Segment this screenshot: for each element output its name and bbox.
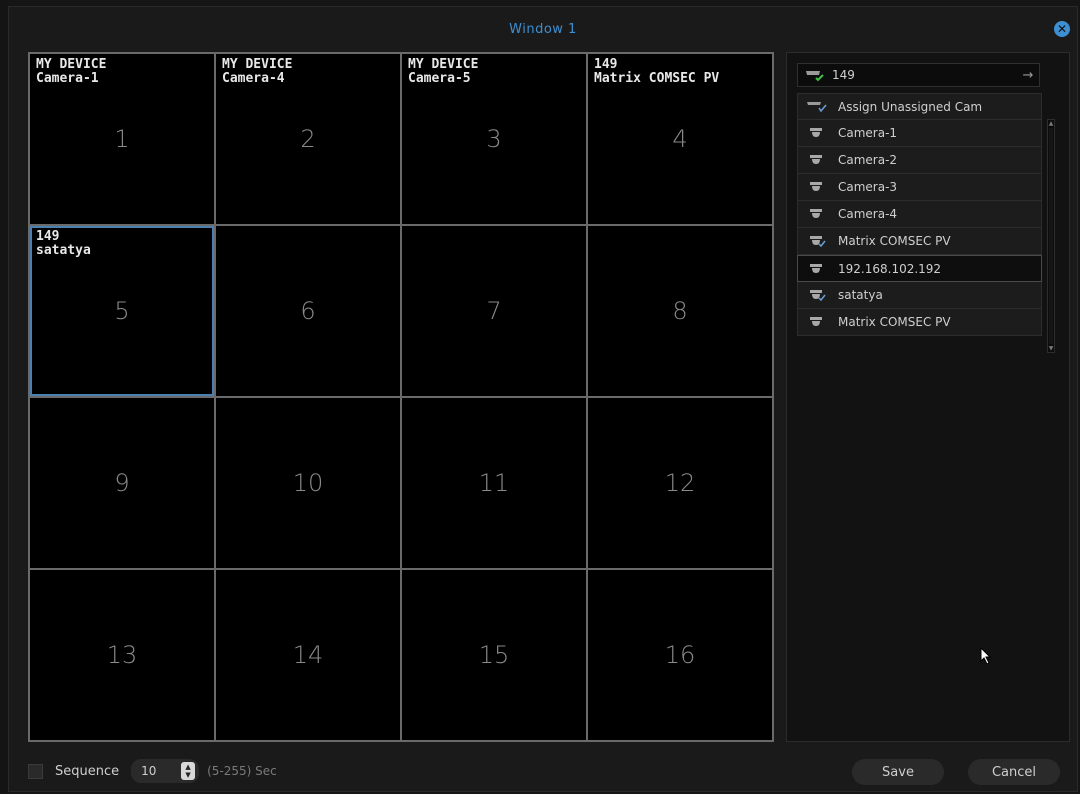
camera-list-item[interactable]: Matrix COMSEC PV (797, 309, 1042, 336)
cell-number: 9 (114, 469, 130, 497)
interval-stepper[interactable]: 10 ▲ ▼ (131, 759, 200, 783)
save-button[interactable]: Save (852, 759, 944, 785)
footer-bar: Sequence 10 ▲ ▼ (5-255) Sec (28, 756, 277, 786)
dome-camera-icon (798, 180, 838, 194)
window-title: Window 1 (509, 21, 577, 37)
cell-number: 4 (672, 125, 688, 153)
cell-number: 3 (486, 125, 502, 153)
cell-number: 13 (106, 641, 138, 669)
camera-list-item[interactable]: Assign Unassigned Cam (797, 93, 1042, 120)
camera-label: Matrix COMSEC PV (838, 315, 951, 329)
scroll-up-icon[interactable]: ▲ (1048, 120, 1054, 127)
camera-list: Assign Unassigned Cam Camera-1 Camera-2 Cam… (797, 93, 1042, 336)
dome-camera-icon (798, 207, 838, 221)
cell-number: 1 (114, 125, 130, 153)
device-label: 149 (832, 68, 855, 82)
camera-list-item[interactable]: Camera-3 (797, 174, 1042, 201)
multi-camera-icon (798, 100, 838, 114)
close-icon: ✕ (1056, 22, 1068, 36)
camera-list-scrollbar[interactable]: ▲ ▼ (1047, 119, 1055, 353)
camera-list-item[interactable]: 192.168.102.192 (797, 255, 1042, 282)
camera-list-item[interactable]: Camera-4 (797, 201, 1042, 228)
cell-number: 7 (486, 297, 502, 325)
grid-cell[interactable]: 16 (588, 570, 772, 740)
mouse-cursor-icon (980, 646, 992, 669)
cell-number: 8 (672, 297, 688, 325)
camera-list-item[interactable]: Matrix COMSEC PV (797, 228, 1042, 255)
grid-cell[interactable]: 14 (216, 570, 400, 740)
interval-value[interactable]: 10 (141, 764, 181, 778)
cell-number: 14 (292, 641, 324, 669)
cell-camera-title: MY DEVICE Camera-4 (222, 57, 293, 86)
sequence-label: Sequence (55, 763, 120, 779)
grid-cell[interactable]: 12 (588, 398, 772, 568)
grid-cell[interactable]: 149 Matrix COMSEC PV 4 (588, 54, 772, 224)
cell-camera-title: MY DEVICE Camera-5 (408, 57, 479, 86)
grid-cell[interactable]: 149 satatya 5 (30, 226, 214, 396)
camera-list-item[interactable]: Camera-2 (797, 147, 1042, 174)
camera-label: Camera-4 (838, 207, 898, 221)
interval-range-label: (5-255) Sec (207, 764, 277, 778)
cell-number: 16 (664, 641, 696, 669)
title-bar: Window 1 ✕ (8, 6, 1078, 52)
dome-camera-icon (798, 153, 838, 167)
cancel-button[interactable]: Cancel (968, 759, 1060, 785)
cell-number: 11 (478, 469, 510, 497)
scroll-down-icon[interactable]: ▼ (1048, 345, 1054, 352)
grid-cell[interactable]: 13 (30, 570, 214, 740)
grid-cell[interactable]: 6 (216, 226, 400, 396)
grid-cell[interactable]: MY DEVICE Camera-5 3 (402, 54, 586, 224)
dome-camera-icon (798, 262, 838, 276)
cell-camera-title: 149 satatya (36, 229, 91, 258)
dome-camera-icon (798, 126, 838, 140)
camera-label: 192.168.102.192 (838, 261, 942, 276)
cell-camera-title: MY DEVICE Camera-1 (36, 57, 107, 86)
camera-list-item[interactable]: Camera-1 (797, 120, 1042, 147)
layout-grid: MY DEVICE Camera-1 1 MY DEVICE Camera-4 2 MY… (28, 52, 774, 742)
grid-cell[interactable]: MY DEVICE Camera-1 1 (30, 54, 214, 224)
camera-label: Camera-1 (838, 126, 898, 140)
grid-cell[interactable]: 11 (402, 398, 586, 568)
arrow-right-icon[interactable]: → (1017, 68, 1039, 83)
camera-label: Camera-2 (838, 153, 898, 167)
sequence-checkbox[interactable] (28, 763, 43, 779)
camera-label: satatya (838, 288, 883, 302)
dome-camera-assigned-icon (798, 234, 838, 248)
dome-camera-icon (798, 315, 838, 329)
camera-label: Assign Unassigned Cam (838, 99, 983, 114)
cell-number: 15 (478, 641, 510, 669)
grid-cell[interactable]: 15 (402, 570, 586, 740)
grid-cell[interactable]: 10 (216, 398, 400, 568)
stepper-arrows-icon[interactable]: ▲ ▼ (181, 762, 196, 780)
grid-cell[interactable]: 8 (588, 226, 772, 396)
cell-number: 6 (300, 297, 316, 325)
cell-number: 12 (664, 469, 696, 497)
camera-list-item[interactable]: satatya (797, 282, 1042, 309)
close-button[interactable]: ✕ (1054, 21, 1070, 37)
device-online-icon (798, 68, 832, 82)
dome-camera-assigned-icon (798, 288, 838, 302)
grid-cell[interactable]: 7 (402, 226, 586, 396)
device-selector[interactable]: 149 → (797, 63, 1040, 87)
camera-label: Camera-3 (838, 180, 898, 194)
camera-label: Matrix COMSEC PV (838, 234, 951, 248)
grid-cell[interactable]: MY DEVICE Camera-4 2 (216, 54, 400, 224)
scroll-thumb[interactable] (1049, 128, 1053, 344)
cell-number: 5 (114, 297, 130, 325)
cell-camera-title: 149 Matrix COMSEC PV (594, 57, 720, 86)
grid-cell[interactable]: 9 (30, 398, 214, 568)
background-edge (0, 0, 8, 794)
cell-number: 2 (300, 125, 316, 153)
camera-panel: 149 → Assign Unassigned Cam Camera-1 Camer… (786, 52, 1070, 742)
cell-number: 10 (292, 469, 324, 497)
